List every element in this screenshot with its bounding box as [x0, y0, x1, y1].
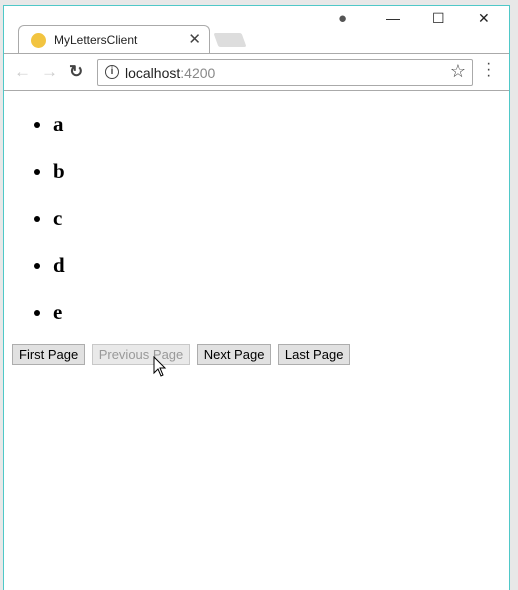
list-item: b [53, 154, 509, 201]
next-page-button[interactable]: Next Page [196, 344, 272, 365]
tab-strip: MyLettersClient ✕ ● — ☐ ✕ [4, 6, 509, 55]
previous-page-button[interactable]: Previous Page [91, 344, 191, 365]
toolbar: ← → ↻ i localhost:4200 ☆ · · · [4, 53, 509, 91]
bookmark-star-icon[interactable]: ☆ [450, 61, 466, 82]
forward-icon[interactable]: → [41, 62, 58, 82]
list-item: d [53, 248, 509, 295]
back-icon[interactable]: ← [14, 62, 31, 82]
list-item: c [53, 201, 509, 248]
address-bar[interactable]: i localhost:4200 ☆ [97, 59, 473, 86]
mouse-cursor-icon [153, 356, 167, 377]
close-window-icon[interactable]: ✕ [478, 10, 490, 27]
letters-list: a b c d e [4, 107, 509, 342]
pagination: First Page Previous Page Next Page Last … [12, 344, 352, 365]
list-item: a [53, 107, 509, 154]
tab-title: MyLettersClient [54, 33, 138, 47]
reload-icon[interactable]: ↻ [69, 62, 83, 82]
favicon-icon [31, 33, 46, 48]
first-page-button[interactable]: First Page [12, 344, 86, 365]
url-port: :4200 [180, 65, 216, 81]
new-tab-button[interactable] [213, 33, 247, 47]
page-content: a b c d e First Page Previous Page Next … [4, 91, 509, 365]
last-page-button[interactable]: Last Page [277, 344, 351, 365]
profile-icon[interactable]: ● [338, 10, 347, 27]
browser-window: MyLettersClient ✕ ● — ☐ ✕ ← → ↻ i localh… [3, 5, 510, 590]
list-item: e [53, 295, 509, 342]
url-host: localhost [125, 65, 181, 81]
tab-active[interactable]: MyLettersClient ✕ [18, 25, 210, 55]
menu-icon[interactable]: · · · [486, 56, 491, 84]
info-icon[interactable]: i [105, 65, 119, 79]
tab-close-icon[interactable]: ✕ [188, 30, 201, 48]
maximize-icon[interactable]: ☐ [432, 10, 445, 27]
minimize-icon[interactable]: — [386, 10, 400, 26]
